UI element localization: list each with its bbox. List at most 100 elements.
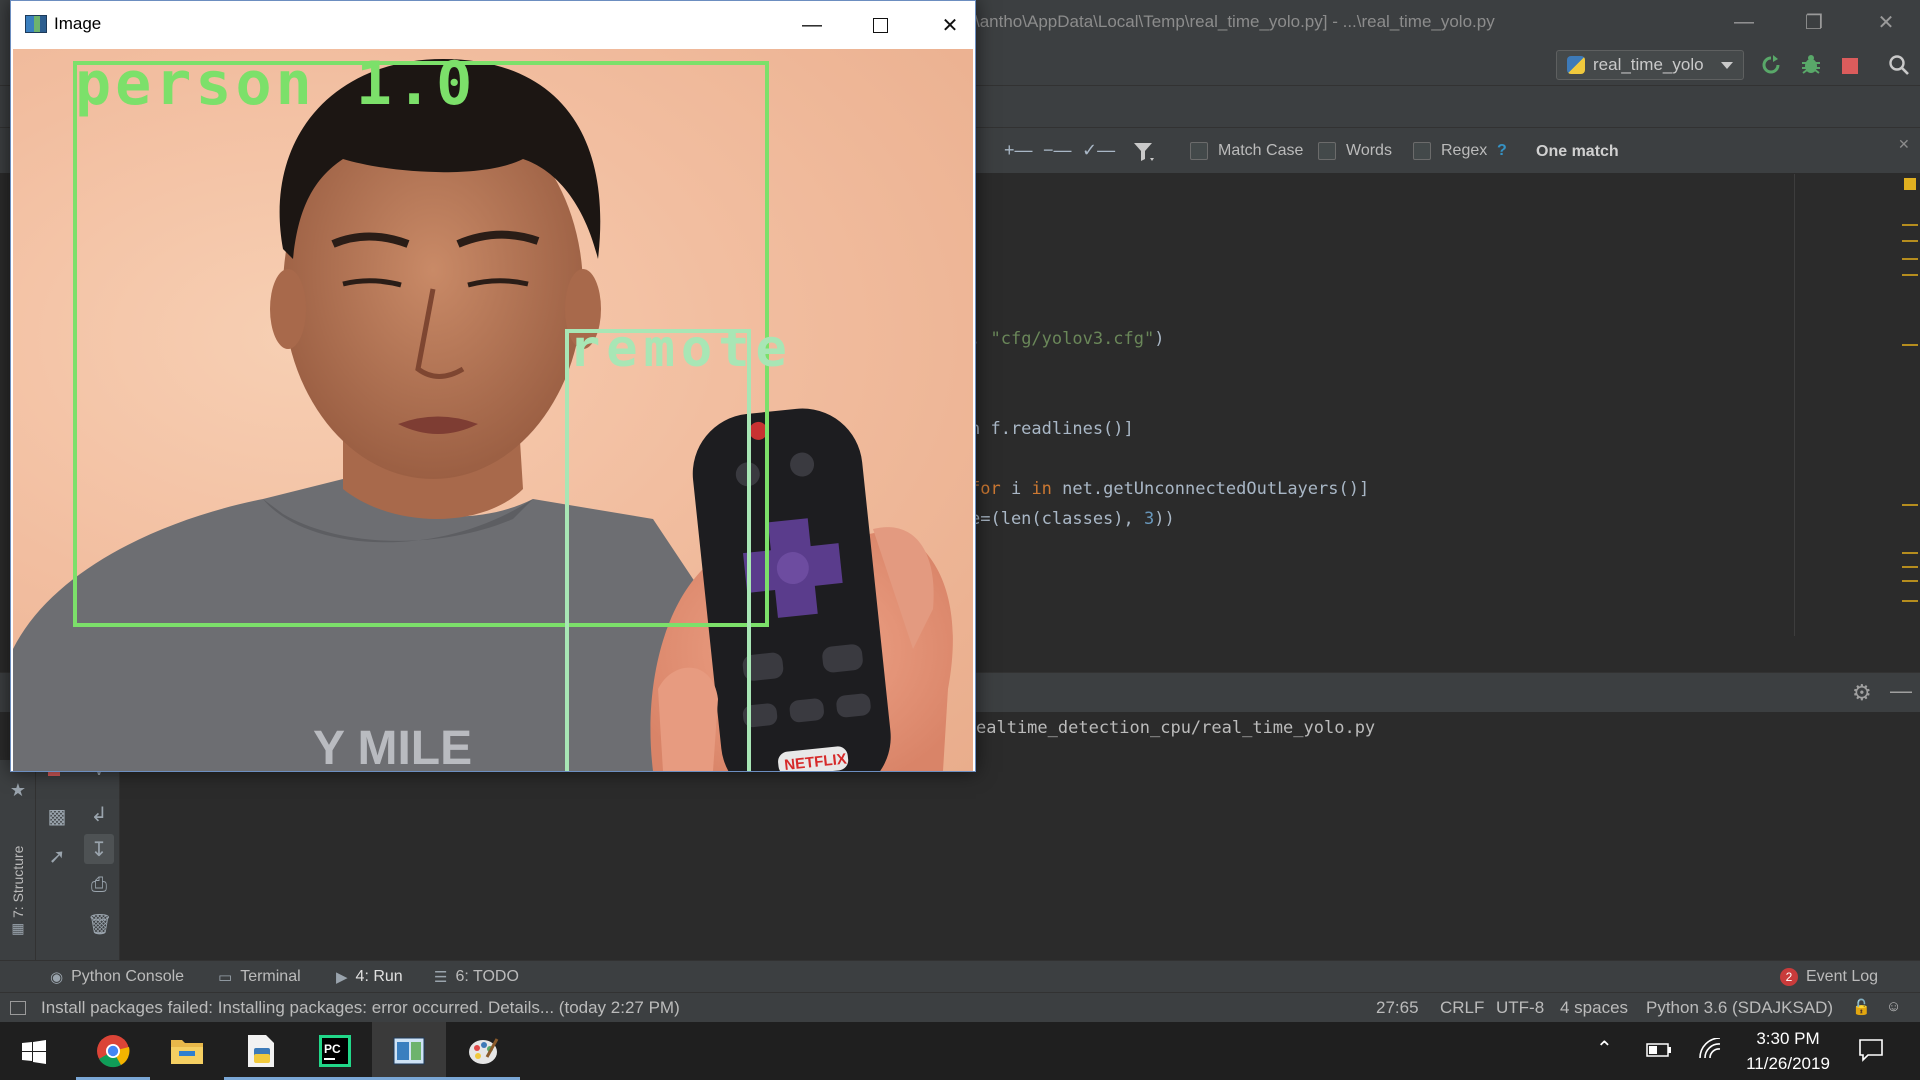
image-window-title: Image <box>54 14 102 33</box>
stripe-mark[interactable] <box>1902 600 1918 602</box>
line-separator[interactable]: CRLF <box>1440 998 1484 1018</box>
tab-label: 6: TODO <box>455 968 519 985</box>
soft-wrap-icon[interactable]: ↲ <box>87 802 111 826</box>
hide-panel-icon[interactable]: — <box>1890 678 1912 704</box>
regex-help-link[interactable]: ? <box>1497 142 1507 160</box>
stop-icon[interactable] <box>1842 58 1858 74</box>
terminal-icon: ▭ <box>218 969 233 986</box>
favorites-icon[interactable]: ★ <box>6 780 30 802</box>
remote-detection-label: remote <box>569 319 793 379</box>
lock-icon[interactable]: 🔓 <box>1852 998 1871 1016</box>
run-toolbar-right: ∨ ↲ ↧ ⎙ 🗑 <box>78 760 120 960</box>
code-text: )) <box>1154 509 1175 529</box>
taskbar-file-explorer[interactable] <box>150 1022 224 1080</box>
tab-label: Event Log <box>1806 968 1879 985</box>
pycharm-icon: PC <box>319 1035 351 1067</box>
stripe-mark[interactable] <box>1902 552 1918 554</box>
tool-window-tabs: ◉ Python Console ▭ Terminal ▶ 4: Run ☰ 6… <box>0 960 1920 992</box>
rerun-icon[interactable] <box>1760 54 1782 76</box>
debug-icon[interactable] <box>1800 54 1822 76</box>
system-clock[interactable]: 3:30 PM 11/26/2019 <box>1738 1026 1838 1076</box>
words-label: Words <box>1346 142 1392 159</box>
code-number: 3 <box>1144 509 1155 529</box>
words-checkbox[interactable]: Words <box>1318 142 1392 160</box>
select-all-occurrences-icon[interactable]: ✓― <box>1082 140 1115 164</box>
run-configuration-select[interactable]: real_time_yolo <box>1556 50 1744 80</box>
chevron-up-icon[interactable]: ⌃ <box>1596 1036 1613 1061</box>
code-string: "cfg/yolov3.cfg" <box>990 329 1155 349</box>
event-count-badge: 2 <box>1780 968 1798 986</box>
clock-time: 3:30 PM <box>1756 1029 1820 1048</box>
status-bar: Install packages failed: Installing pack… <box>0 992 1920 1022</box>
run-toolbar-left: ▩ ➚ <box>36 760 78 960</box>
stripe-mark[interactable] <box>1902 580 1918 582</box>
right-margin-guide <box>1794 174 1795 636</box>
match-case-checkbox[interactable]: Match Case <box>1190 142 1303 160</box>
image-window-icon <box>393 1037 425 1065</box>
tab-python-console[interactable]: ◉ Python Console <box>50 968 184 986</box>
wifi-icon[interactable] <box>1698 1038 1722 1060</box>
warning-indicator-icon[interactable] <box>1904 178 1916 190</box>
notifications-icon[interactable] <box>1858 1038 1884 1062</box>
battery-icon[interactable] <box>1646 1042 1672 1058</box>
ide-close-button[interactable]: ✕ <box>1866 8 1906 36</box>
gear-icon[interactable]: ⚙ <box>1852 680 1872 706</box>
tab-label: 4: Run <box>355 968 403 985</box>
taskbar-paint[interactable] <box>446 1022 520 1080</box>
stripe-mark[interactable] <box>1902 274 1918 276</box>
image-window[interactable]: Image — ✕ Y MILE NETFLIX person 1.0 remo… <box>10 0 976 772</box>
stripe-mark[interactable] <box>1902 240 1918 242</box>
taskbar-image-viewer[interactable] <box>372 1022 446 1080</box>
stripe-mark[interactable] <box>1902 258 1918 260</box>
run-icon: ▶ <box>336 969 348 986</box>
tab-todo[interactable]: ☰ 6: TODO <box>434 968 519 986</box>
image-close-button[interactable]: ✕ <box>927 10 973 40</box>
remove-occurrence-icon[interactable]: −― <box>1043 140 1072 164</box>
stripe-mark[interactable] <box>1902 224 1918 226</box>
layout-icon[interactable]: ▩ <box>45 804 69 828</box>
tab-run[interactable]: ▶ 4: Run <box>336 968 403 986</box>
taskbar-pycharm[interactable]: PC <box>298 1022 372 1080</box>
regex-checkbox[interactable]: Regex <box>1413 142 1487 160</box>
python-console-icon: ◉ <box>50 969 64 986</box>
structure-icon[interactable]: ▦ <box>6 920 30 942</box>
structure-tab[interactable]: 7: Structure <box>10 846 26 918</box>
windows-taskbar: PC ⌃ 3:30 PM 11/26/2019 <box>0 1022 1920 1080</box>
stripe-mark[interactable] <box>1902 344 1918 346</box>
inspector-icon[interactable]: ☺ <box>1886 998 1901 1015</box>
filter-icon[interactable] <box>1132 140 1158 164</box>
tool-windows-toggle-icon[interactable] <box>10 1001 26 1015</box>
status-message[interactable]: Install packages failed: Installing pack… <box>41 998 680 1018</box>
error-stripe <box>1900 174 1920 636</box>
code-line: , "cfg/yolov3.cfg") <box>970 329 1165 349</box>
windows-start-icon[interactable] <box>22 1040 46 1064</box>
caret-position[interactable]: 27:65 <box>1376 998 1419 1018</box>
folder-icon <box>171 1040 203 1064</box>
person-detection-label: person 1.0 <box>75 49 477 119</box>
ide-restore-button[interactable]: ❐ <box>1794 8 1834 36</box>
print-icon[interactable]: ⎙ <box>87 874 111 896</box>
image-window-title-bar[interactable]: Image — ✕ <box>11 1 975 48</box>
image-minimize-button[interactable]: — <box>789 10 835 40</box>
image-maximize-button[interactable] <box>857 10 903 40</box>
stripe-mark[interactable] <box>1902 566 1918 568</box>
tab-terminal[interactable]: ▭ Terminal <box>218 968 301 986</box>
trash-icon[interactable]: 🗑 <box>87 912 112 936</box>
python-interpreter[interactable]: Python 3.6 (SDAJKSAD) <box>1646 998 1833 1018</box>
ide-minimize-button[interactable]: — <box>1724 8 1764 36</box>
close-icon[interactable]: ✕ <box>1898 136 1910 153</box>
pin-icon[interactable]: ➚ <box>45 844 69 868</box>
indent-setting[interactable]: 4 spaces <box>1560 998 1628 1018</box>
stripe-mark[interactable] <box>1902 504 1918 506</box>
taskbar-chrome[interactable] <box>76 1022 150 1080</box>
clock-date: 11/26/2019 <box>1746 1054 1830 1073</box>
tab-label: Python Console <box>71 968 185 985</box>
add-occurrence-icon[interactable]: +― <box>1004 140 1033 164</box>
scroll-to-end-icon[interactable]: ↧ <box>84 834 114 864</box>
tab-label: Terminal <box>240 968 301 985</box>
file-encoding[interactable]: UTF-8 <box>1496 998 1544 1018</box>
search-icon[interactable] <box>1888 54 1910 76</box>
tab-event-log[interactable]: 2 Event Log <box>1780 968 1878 986</box>
maximize-icon <box>872 17 888 33</box>
taskbar-python-app[interactable] <box>224 1022 298 1080</box>
